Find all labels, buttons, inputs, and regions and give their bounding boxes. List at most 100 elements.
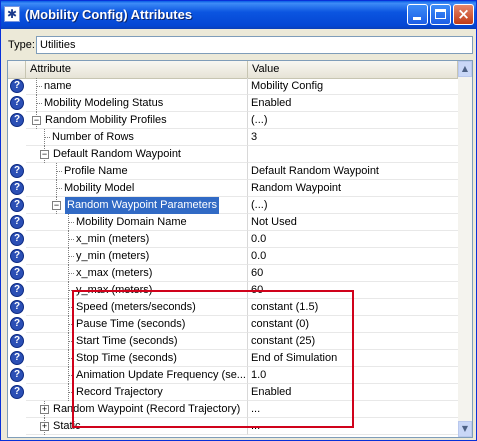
attribute-label: Number of Rows <box>52 131 134 143</box>
arrow-up-icon: ▲ <box>461 64 469 73</box>
help-icon[interactable]: ? <box>10 79 24 93</box>
help-icon[interactable]: ? <box>10 181 24 195</box>
tree-connector <box>68 273 74 275</box>
minimize-icon <box>413 17 421 20</box>
help-icon[interactable]: ? <box>10 249 24 263</box>
help-icon[interactable]: ? <box>10 215 24 229</box>
attribute-cell[interactable]: y_min (meters) <box>26 248 248 265</box>
minimize-button[interactable] <box>407 4 428 25</box>
table-row[interactable]: ? Mobility Modeling Status Enabled <box>8 95 458 112</box>
table-row[interactable]: ? Mobility Domain Name Not Used <box>8 214 458 231</box>
attributes-window: ✱ (Mobility Config) Attributes × Type: U… <box>0 0 477 441</box>
maximize-icon <box>435 9 446 19</box>
table-row[interactable]: ? x_max (meters) 60 <box>8 265 458 282</box>
attribute-cell[interactable]: Number of Rows <box>26 129 248 146</box>
table-row[interactable]: ? x_min (meters) 0.0 <box>8 231 458 248</box>
attribute-cell[interactable]: − Random Mobility Profiles <box>26 112 248 129</box>
table-row[interactable]: ? y_min (meters) 0.0 <box>8 248 458 265</box>
help-icon[interactable]: ? <box>10 334 24 348</box>
grid-header: Attribute Value <box>8 61 458 79</box>
value-cell[interactable]: Not Used <box>248 214 458 231</box>
help-icon[interactable]: ? <box>10 368 24 382</box>
attribute-label: Profile Name <box>64 165 128 177</box>
value-cell[interactable]: (...) <box>248 112 458 129</box>
attribute-cell[interactable]: − Random Waypoint Parameters <box>26 197 248 214</box>
attribute-column-header[interactable]: Attribute <box>26 61 248 78</box>
table-row[interactable]: ? Profile Name Default Random Waypoint <box>8 163 458 180</box>
value-cell[interactable]: Default Random Waypoint <box>248 163 458 180</box>
tree-connector <box>68 222 74 224</box>
close-button[interactable]: × <box>453 4 474 25</box>
attribute-cell[interactable]: − Default Random Waypoint <box>26 146 248 163</box>
value-column-header[interactable]: Value <box>248 61 458 78</box>
highlight-box <box>72 290 354 428</box>
help-icon[interactable]: ? <box>10 300 24 314</box>
help-icon[interactable]: ? <box>10 317 24 331</box>
help-icon[interactable]: ? <box>10 232 24 246</box>
value-cell[interactable]: Mobility Config <box>248 78 458 95</box>
table-row[interactable]: ? − Random Mobility Profiles (...) <box>8 112 458 129</box>
table-row[interactable]: ? name Mobility Config <box>8 78 458 95</box>
attribute-cell[interactable]: name <box>26 78 248 95</box>
attribute-cell[interactable]: Mobility Model <box>26 180 248 197</box>
scroll-down-button[interactable]: ▼ <box>458 421 472 437</box>
tree-connector <box>36 86 42 88</box>
help-icon[interactable]: ? <box>10 113 24 127</box>
table-row[interactable]: ? − Random Waypoint Parameters (...) <box>8 197 458 214</box>
maximize-button[interactable] <box>430 4 451 25</box>
attribute-label: name <box>44 80 72 92</box>
help-icon[interactable]: ? <box>10 266 24 280</box>
tree-connector <box>36 103 42 105</box>
window-title: (Mobility Config) Attributes <box>25 7 193 22</box>
type-field[interactable]: Utilities <box>36 36 473 54</box>
tree-connector <box>56 171 62 173</box>
tree-connector <box>68 256 74 258</box>
attribute-label: Default Random Waypoint <box>53 148 181 160</box>
collapse-icon[interactable]: − <box>32 116 41 125</box>
value-cell[interactable]: 0.0 <box>248 231 458 248</box>
attribute-cell[interactable]: x_max (meters) <box>26 265 248 282</box>
tree-connector <box>68 239 74 241</box>
help-icon[interactable]: ? <box>10 283 24 297</box>
expand-icon[interactable]: + <box>40 422 49 431</box>
type-label: Type: <box>8 39 35 51</box>
expand-icon[interactable]: + <box>40 405 49 414</box>
attribute-cell[interactable]: x_min (meters) <box>26 231 248 248</box>
star-icon: ✱ <box>4 6 20 22</box>
tree-connector <box>56 188 62 190</box>
attribute-label: y_min (meters) <box>76 250 150 262</box>
attribute-cell[interactable]: Profile Name <box>26 163 248 180</box>
table-row[interactable]: Number of Rows 3 <box>8 129 458 146</box>
help-icon[interactable]: ? <box>10 351 24 365</box>
arrow-down-icon: ▼ <box>461 424 469 433</box>
help-icon[interactable]: ? <box>10 164 24 178</box>
attribute-cell[interactable]: Mobility Modeling Status <box>26 95 248 112</box>
help-icon[interactable]: ? <box>10 198 24 212</box>
header-blank <box>8 61 26 78</box>
close-icon: × <box>457 5 470 23</box>
value-cell[interactable] <box>248 146 458 163</box>
tree-connector <box>44 137 50 139</box>
attribute-label: x_max (meters) <box>76 267 153 279</box>
value-cell[interactable]: 0.0 <box>248 248 458 265</box>
attribute-label: Random Waypoint Parameters <box>65 197 219 214</box>
value-cell[interactable]: (...) <box>248 197 458 214</box>
attribute-label: Mobility Domain Name <box>76 216 187 228</box>
collapse-icon[interactable]: − <box>52 201 61 210</box>
value-cell[interactable]: 60 <box>248 265 458 282</box>
scroll-up-button[interactable]: ▲ <box>458 61 472 77</box>
attribute-label: Mobility Modeling Status <box>44 97 164 109</box>
help-icon[interactable]: ? <box>10 96 24 110</box>
table-row[interactable]: ? Mobility Model Random Waypoint <box>8 180 458 197</box>
attributes-grid: Attribute Value ? name Mobility Config? Mob… <box>7 60 473 438</box>
attribute-label: x_min (meters) <box>76 233 150 245</box>
value-cell[interactable]: Enabled <box>248 95 458 112</box>
collapse-icon[interactable]: − <box>40 150 49 159</box>
value-cell[interactable]: 3 <box>248 129 458 146</box>
vertical-scrollbar[interactable]: ▲ ▼ <box>458 61 472 437</box>
help-icon[interactable]: ? <box>10 385 24 399</box>
attribute-cell[interactable]: Mobility Domain Name <box>26 214 248 231</box>
value-cell[interactable]: Random Waypoint <box>248 180 458 197</box>
table-row[interactable]: − Default Random Waypoint <box>8 146 458 163</box>
title-bar[interactable]: ✱ (Mobility Config) Attributes × <box>1 1 476 29</box>
